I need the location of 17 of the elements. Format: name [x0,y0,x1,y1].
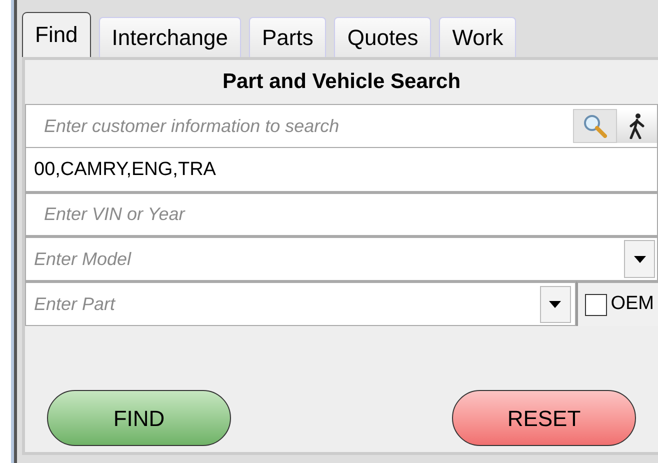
panel-title: Part and Vehicle Search [221,69,462,95]
tab[interactable]: Quotes [334,17,432,57]
walk-button[interactable] [617,109,657,143]
query-field[interactable]: 00,CAMRY,ENG,TRA [25,148,658,192]
caret-icon [634,256,646,262]
tab[interactable]: Find [22,12,91,57]
tab[interactable]: Parts [249,17,326,57]
tab[interactable]: Work [439,17,516,57]
find-button[interactable]: FIND [47,390,231,446]
reset-button[interactable]: RESET [452,390,636,446]
search-icon [583,114,607,138]
vin-field[interactable]: Enter VIN or Year [25,192,658,236]
search-bar[interactable]: Enter customer information to search [25,104,658,148]
caret-icon [549,300,562,308]
walking-person-icon [628,113,646,139]
tab[interactable]: Interchange [98,17,241,57]
oem-checkbox[interactable]: OEM [576,281,658,326]
